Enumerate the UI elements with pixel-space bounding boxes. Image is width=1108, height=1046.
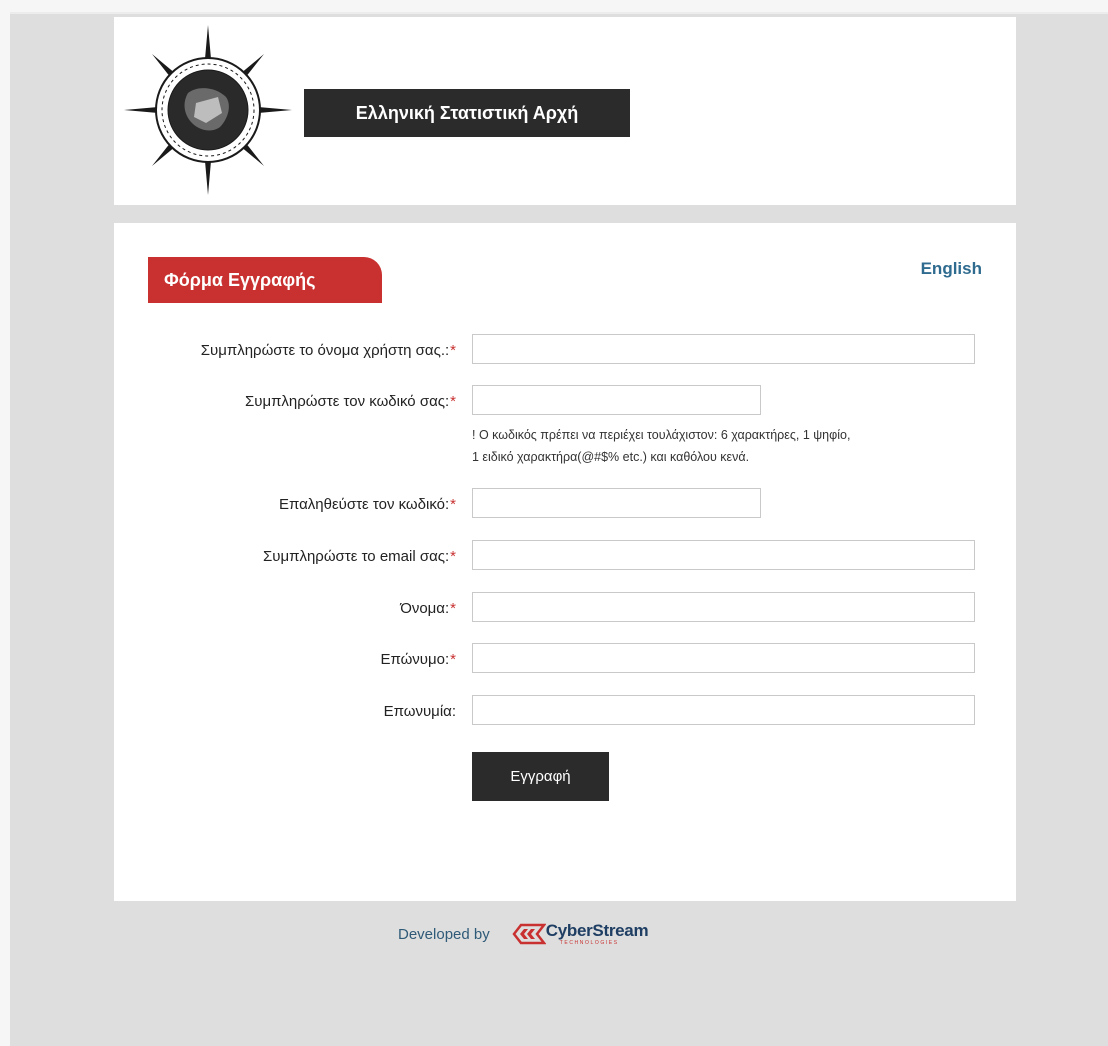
first-name-input[interactable] [472,592,975,622]
cyberstream-brand[interactable]: CyberStream TECHNOLOGIES [512,922,649,946]
elstat-compass-seal-icon [124,25,292,195]
required-marker: * [450,495,456,513]
first-name-row: Όνομα: * [114,592,1016,624]
required-marker: * [450,392,456,410]
form-title-tab: Φόρμα Εγγραφής [148,257,382,303]
password-input[interactable] [472,385,761,415]
email-input[interactable] [472,540,975,570]
username-row: Συμπληρώστε το όνομα χρήστη σας.: * [114,334,1016,366]
username-label: Συμπληρώστε το όνομα χρήστη σας.: * [200,341,456,359]
register-button[interactable]: Εγγραφή [472,752,609,801]
required-marker: * [450,650,456,668]
username-input[interactable] [472,334,975,364]
company-label: Επωνυμία: [383,702,456,720]
required-marker: * [450,547,456,565]
company-row: Επωνυμία: [114,695,1016,727]
site-header: Ελληνική Στατιστική Αρχή [114,17,1016,205]
footer: Developed by CyberStream TECHNOLOGIES [398,916,649,952]
email-row: Συμπληρώστε το email σας: * [114,540,1016,572]
confirm-password-row: Επαληθεύστε τον κωδικό: * [114,488,1016,520]
email-label: Συμπληρώστε το email σας: * [263,547,456,565]
last-name-input[interactable] [472,643,975,673]
required-marker: * [450,599,456,617]
password-hint-line-1: ! Ο κωδικός πρέπει να περιέχει τουλάχιστ… [472,428,851,442]
cyberstream-logo-icon [512,923,546,945]
brand-subtitle: TECHNOLOGIES [559,940,619,946]
brand-name: CyberStream [545,921,649,940]
password-label: Συμπληρώστε τον κωδικό σας: * [244,392,456,410]
last-name-row: Επώνυμο: * [114,643,1016,675]
password-hint: ! Ο κωδικός πρέπει να περιέχει τουλάχιστ… [472,424,992,468]
registration-form-card: Φόρμα Εγγραφής English Συμπληρώστε το όν… [114,223,1016,901]
required-marker: * [450,341,456,359]
developed-by-text: Developed by [398,925,490,943]
password-hint-line-2: 1 ειδικό χαρακτήρα(@#$% etc.) και καθόλο… [472,450,750,464]
site-title: Ελληνική Στατιστική Αρχή [304,89,630,137]
last-name-label: Επώνυμο: * [380,650,456,668]
confirm-password-input[interactable] [472,488,761,518]
confirm-password-label: Επαληθεύστε τον κωδικό: * [278,495,456,513]
language-switch-link[interactable]: English [921,259,982,279]
password-row: Συμπληρώστε τον κωδικό σας: * [114,385,1016,417]
company-input[interactable] [472,695,975,725]
first-name-label: Όνομα: * [400,599,456,617]
